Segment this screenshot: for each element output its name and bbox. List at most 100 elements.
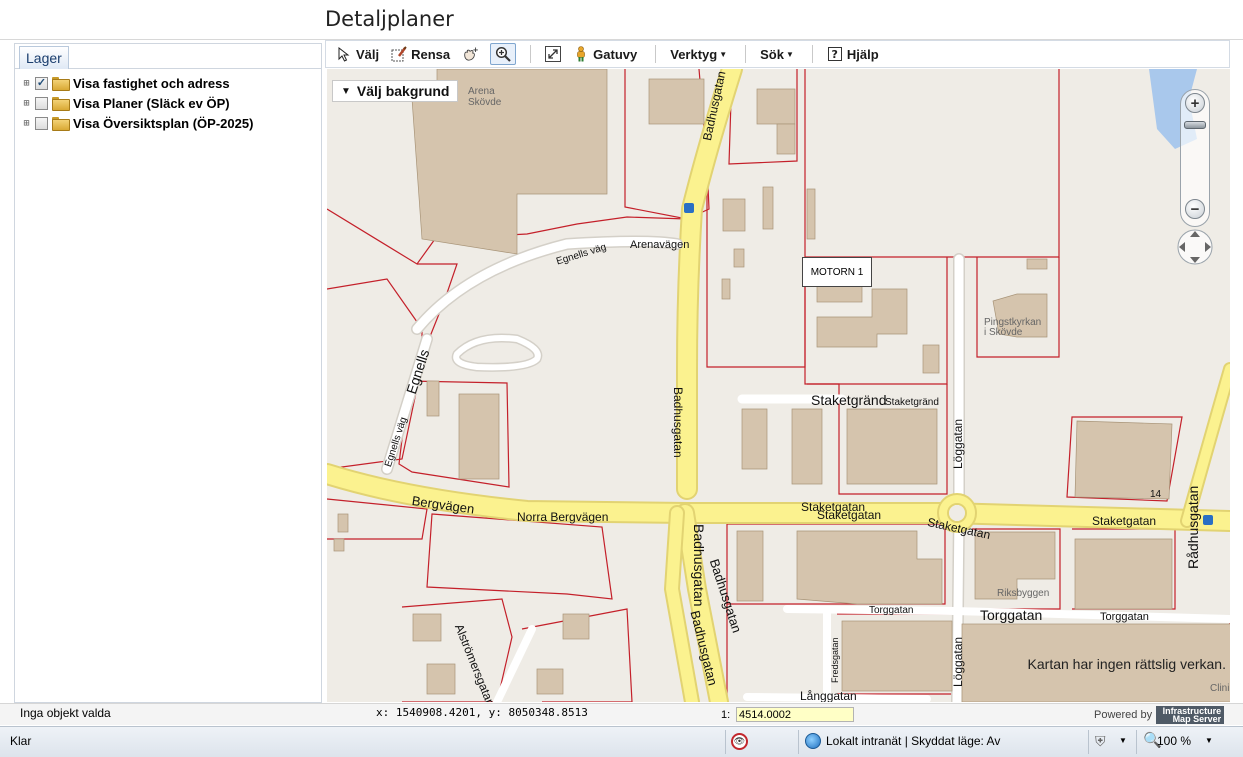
background-selector[interactable]: ▼ Välj bakgrund [332, 80, 459, 102]
layers-tab[interactable]: Lager [19, 46, 69, 69]
pan-zoom-button[interactable]: + [458, 43, 486, 65]
full-extent-button[interactable] [541, 43, 565, 65]
chevron-down-icon: ▼ [341, 85, 351, 97]
svg-text:+: + [473, 46, 478, 54]
map-label-staketgrand: Staketgränd [811, 392, 887, 408]
layer-label[interactable]: Visa Översiktsplan (ÖP-2025) [73, 116, 253, 131]
map-label-staketgatan: Staketgatan [817, 508, 882, 522]
layer-item-fastighet: ⊞ ✓ Visa fastighet och adress [15, 73, 321, 93]
background-selector-label: Välj bakgrund [356, 83, 450, 99]
coordinate-readout: x: 1540908.4201, y: 8050348.8513 [376, 706, 588, 719]
status-divider [1088, 730, 1089, 754]
map-label-norra-bergvagen: Norra Bergvägen [517, 510, 609, 524]
map-label-pingstkyrkan: Pingstkyrkan i Skövde [984, 317, 1042, 338]
security-shield-icon[interactable]: ⛨ [1095, 733, 1106, 750]
tools-menu-button[interactable]: Verktyg ▼ [666, 43, 731, 65]
zoom-slider-thumb[interactable] [1184, 121, 1206, 129]
pegman-icon [573, 46, 589, 62]
help-button[interactable]: ? Hjälp [823, 43, 883, 65]
map-view[interactable]: Arena Skövde Badhusgatan Egnells väg Are… [327, 69, 1230, 702]
map-label-staketgrand-small: Staketgränd [885, 397, 939, 408]
pan-control[interactable] [1175, 227, 1215, 267]
zoom-out-button[interactable]: − [1185, 199, 1205, 219]
layer-checkbox-planer[interactable] [35, 96, 48, 110]
search-label: Sök [760, 46, 784, 62]
clear-button[interactable]: Rensa [387, 43, 454, 65]
legal-disclaimer: Kartan har ingen rättslig verkan. [1027, 656, 1226, 672]
svg-text:?: ? [831, 48, 837, 61]
privacy-eye-icon[interactable]: 👁 [731, 733, 748, 750]
map-label-fredsgatan: Fredsgatan [830, 637, 840, 683]
map-label-torggatan-big: Torggatan [980, 607, 1043, 623]
status-divider [1136, 730, 1137, 754]
map-label-arena: Arena Skövde [468, 86, 502, 108]
help-label: Hjälp [846, 46, 879, 62]
expand-icon [545, 46, 562, 62]
layer-list: ⊞ ✓ Visa fastighet och adress ⊞ Visa Pla… [15, 69, 321, 133]
tools-label: Verktyg [670, 46, 718, 62]
powered-by-text: Powered by [1094, 709, 1153, 721]
layer-item-planer: ⊞ Visa Planer (Släck ev ÖP) [15, 93, 321, 113]
layers-panel: Lager ⊞ ✓ Visa fastighet och adress ⊞ Vi… [14, 43, 322, 703]
chevron-down-icon[interactable]: ▼ [1119, 736, 1127, 745]
map-toolbar: Välj Rensa + Gatuvy [325, 40, 1230, 68]
zoom-in-tool-button[interactable] [490, 43, 517, 65]
hand-zoom-icon: + [462, 46, 478, 62]
security-zone-text: Lokalt intranät | Skyddat läge: Av [826, 734, 1001, 748]
layers-header: Lager [15, 44, 321, 69]
browser-status-text: Klar [10, 734, 32, 748]
toolbar-divider [745, 45, 747, 63]
layer-checkbox-fastighet[interactable]: ✓ [35, 76, 48, 90]
toolbar-divider [655, 45, 657, 63]
map-label-number: 14 [1150, 489, 1162, 500]
scale-input[interactable] [736, 707, 854, 722]
scale-prefix: 1: [721, 709, 731, 721]
chevron-down-icon: ▼ [719, 49, 728, 59]
map-label-torggatan-east: Torggatan [1100, 611, 1149, 623]
map-label-arenavagen: Arenavägen [630, 239, 690, 251]
zoom-in-button[interactable]: + [1185, 93, 1205, 113]
arrow-cursor-icon [336, 46, 352, 62]
globe-zone-icon [805, 733, 821, 749]
map-status-bar: Inga objekt valda x: 1540908.4201, y: 80… [0, 703, 1243, 725]
map-canvas [327, 69, 1230, 702]
folder-icon [52, 77, 70, 91]
streetview-label: Gatuvy [593, 46, 638, 62]
streetview-button[interactable]: Gatuvy [569, 43, 641, 65]
magnifier-plus-icon [495, 46, 511, 62]
chevron-down-icon[interactable]: ▼ [1205, 736, 1213, 745]
layer-label[interactable]: Visa Planer (Släck ev ÖP) [73, 96, 230, 111]
app-window: Detaljplaner Lager ⊞ ✓ Visa fastighet oc… [0, 0, 1243, 757]
status-divider [798, 730, 799, 754]
selection-status: Inga objekt valda [20, 706, 111, 720]
map-label-clinic: Clini [1210, 683, 1230, 694]
browser-zoom-level[interactable]: 100 % [1157, 734, 1191, 748]
map-label-loggatan: Löggatan [951, 418, 965, 469]
select-button[interactable]: Välj [332, 43, 383, 65]
title-bar: Detaljplaner [0, 0, 1243, 40]
map-label-loggatan-south: Löggatan [951, 636, 965, 687]
map-label-torggatan: Torggatan [869, 605, 914, 616]
layer-checkbox-oversiktsplan[interactable] [35, 116, 48, 130]
expand-icon[interactable]: ⊞ [21, 98, 32, 109]
page-title: Detaljplaner [325, 7, 454, 31]
layer-item-oversiktsplan: ⊞ Visa Översiktsplan (ÖP-2025) [15, 113, 321, 133]
property-label: MOTORN 1 [802, 257, 872, 287]
question-icon: ? [827, 46, 843, 62]
clear-label: Rensa [411, 46, 451, 62]
status-divider [725, 730, 726, 754]
eraser-icon [391, 46, 407, 62]
expand-icon[interactable]: ⊞ [21, 78, 32, 89]
map-label-radhusgatan: Rådhusgatan [1185, 485, 1201, 569]
select-label: Välj [356, 46, 380, 62]
layer-label[interactable]: Visa fastighet och adress [73, 76, 230, 91]
map-label-langgatan: Långgatan [800, 689, 857, 702]
expand-icon[interactable]: ⊞ [21, 118, 32, 129]
search-menu-button[interactable]: Sök ▼ [756, 43, 798, 65]
map-label-badhusgatan-mid: Badhusgatan [671, 387, 685, 458]
toolbar-divider [530, 45, 532, 63]
zoom-control: + − [1175, 71, 1217, 267]
toolbar-divider [811, 45, 813, 63]
powered-by: Powered by Infrastructure Map Server [1094, 705, 1225, 725]
chevron-down-icon: ▼ [785, 49, 794, 59]
